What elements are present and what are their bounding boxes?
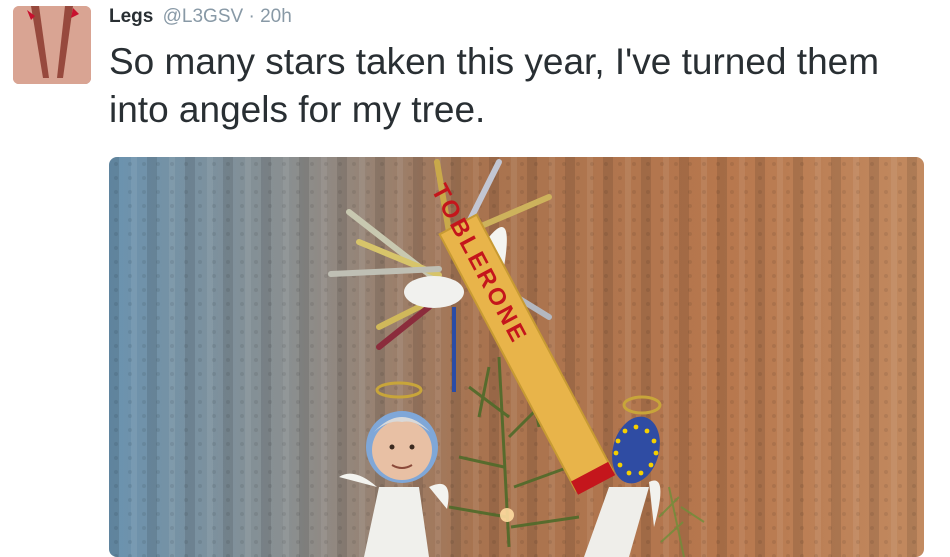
photo-illustration: TOBLERONE bbox=[109, 157, 924, 557]
user-handle[interactable]: @L3GSV bbox=[163, 6, 244, 27]
avatar[interactable] bbox=[13, 6, 91, 84]
tweet-text: So many stars taken this year, I've turn… bbox=[109, 41, 880, 130]
avatar-image bbox=[13, 6, 91, 84]
display-name[interactable]: Legs bbox=[109, 6, 153, 27]
separator: · bbox=[248, 6, 255, 27]
tweet-photo[interactable]: TOBLERONE bbox=[109, 157, 924, 557]
angel-wing bbox=[404, 276, 464, 308]
timestamp[interactable]: 20h bbox=[260, 6, 292, 27]
tweet-header: Legs @L3GSV · 20h bbox=[109, 6, 292, 28]
